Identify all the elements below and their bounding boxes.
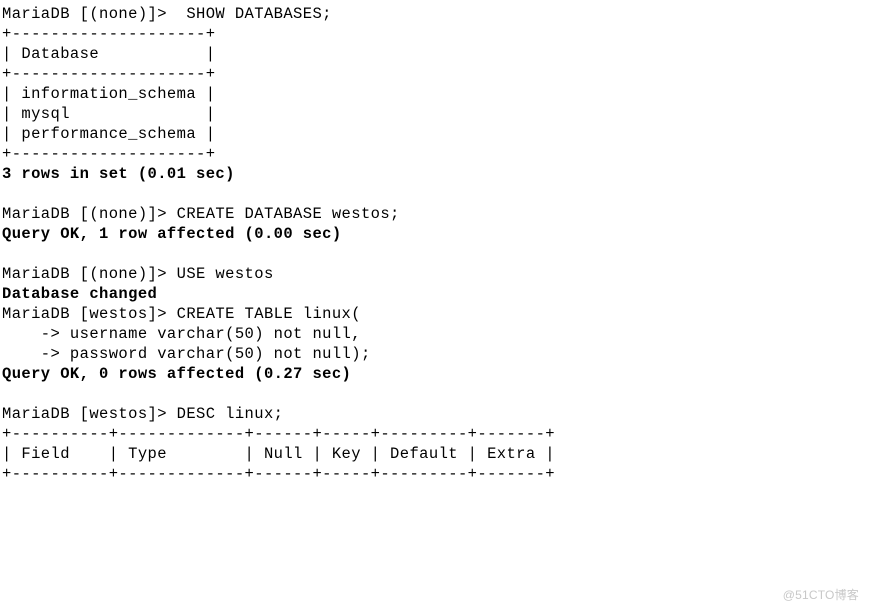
table-border: +--------------------+ — [2, 145, 215, 163]
prompt-line-use-westos: MariaDB [(none)]> USE westos — [2, 265, 274, 283]
result-query-ok: Query OK, 1 row affected (0.00 sec) — [2, 225, 342, 243]
result-query-ok: Query OK, 0 rows affected (0.27 sec) — [2, 365, 351, 383]
continuation-line-username: -> username varchar(50) not null, — [2, 325, 361, 343]
table-border: +--------------------+ — [2, 25, 215, 43]
prompt-line-show-databases: MariaDB [(none)]> SHOW DATABASES; — [2, 5, 332, 23]
table-border: +--------------------+ — [2, 65, 215, 83]
table-header-database: | Database | — [2, 45, 215, 63]
watermark-text: @51CTO博客 — [783, 586, 859, 603]
table-border: +----------+-------------+------+-----+-… — [2, 425, 555, 443]
table-row-performance-schema: | performance_schema | — [2, 125, 215, 143]
result-rows-in-set: 3 rows in set (0.01 sec) — [2, 165, 235, 183]
table-row-mysql: | mysql | — [2, 105, 215, 123]
result-database-changed: Database changed — [2, 285, 157, 303]
table-header-desc: | Field | Type | Null | Key | Default | … — [2, 445, 555, 463]
continuation-line-password: -> password varchar(50) not null); — [2, 345, 371, 363]
table-row-information-schema: | information_schema | — [2, 85, 215, 103]
prompt-line-create-table: MariaDB [westos]> CREATE TABLE linux( — [2, 305, 361, 323]
table-border: +----------+-------------+------+-----+-… — [2, 465, 555, 483]
prompt-line-desc-linux: MariaDB [westos]> DESC linux; — [2, 405, 283, 423]
terminal-output: MariaDB [(none)]> SHOW DATABASES; +-----… — [0, 0, 869, 488]
prompt-line-create-database: MariaDB [(none)]> CREATE DATABASE westos… — [2, 205, 400, 223]
